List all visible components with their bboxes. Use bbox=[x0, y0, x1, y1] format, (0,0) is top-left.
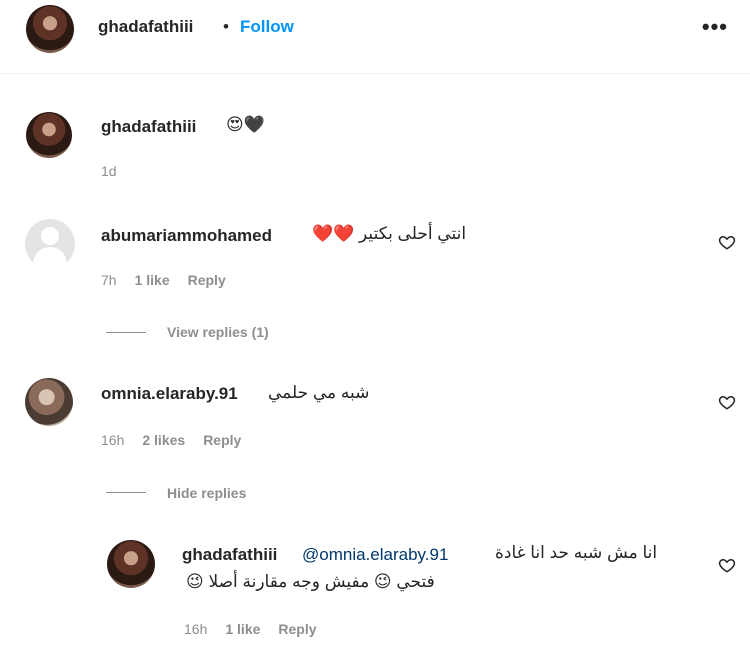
like-heart-icon[interactable] bbox=[718, 556, 736, 574]
view-replies-button[interactable]: View replies (1) bbox=[167, 324, 269, 340]
reply-text-line2: فتحي 😉 مفيش وجه مقارنة أصلا 😉 bbox=[186, 572, 435, 591]
comment-time: 16h bbox=[101, 432, 125, 448]
replies-divider bbox=[106, 492, 146, 493]
comment-username[interactable]: omnia.elaraby.91 bbox=[101, 384, 238, 404]
like-heart-icon[interactable] bbox=[718, 233, 736, 251]
header-avatar[interactable] bbox=[26, 5, 74, 53]
comment-likes[interactable]: 2 likes bbox=[142, 432, 185, 448]
reply-username[interactable]: ghadafathiii bbox=[182, 545, 277, 565]
comment-avatar[interactable] bbox=[25, 219, 75, 269]
comment-avatar[interactable] bbox=[25, 378, 73, 426]
more-options-icon[interactable]: ••• bbox=[702, 14, 728, 40]
reply-text-line1: انا مش شبه حد انا غادة bbox=[495, 543, 658, 562]
hide-replies-button[interactable]: Hide replies bbox=[167, 485, 246, 501]
comment-likes[interactable]: 1 like bbox=[135, 272, 170, 288]
reply-button[interactable]: Reply bbox=[278, 621, 316, 637]
caption-avatar[interactable] bbox=[26, 112, 72, 158]
comment-text: انتي أحلى بكتير ❤️❤️ bbox=[312, 224, 467, 243]
reply-mention[interactable]: @omnia.elaraby.91 bbox=[302, 545, 448, 565]
reply-button[interactable]: Reply bbox=[203, 432, 241, 448]
reply-time: 16h bbox=[184, 621, 208, 637]
caption-time: 1d bbox=[101, 163, 117, 179]
reply-meta: 16h 1 like Reply bbox=[184, 621, 335, 637]
comment-time: 7h bbox=[101, 272, 117, 288]
post-header: ghadafathiii • Follow ••• bbox=[0, 0, 750, 74]
like-heart-icon[interactable] bbox=[718, 393, 736, 411]
header-username[interactable]: ghadafathiii bbox=[98, 17, 193, 37]
reply-button[interactable]: Reply bbox=[188, 272, 226, 288]
comment-meta: 16h 2 likes Reply bbox=[101, 432, 259, 448]
caption-emoji: 😍🖤 bbox=[226, 115, 265, 134]
reply-avatar[interactable] bbox=[107, 540, 155, 588]
comment-text: شبه مي حلمي bbox=[268, 383, 370, 402]
caption-username[interactable]: ghadafathiii bbox=[101, 117, 196, 137]
reply-likes[interactable]: 1 like bbox=[225, 621, 260, 637]
separator-dot: • bbox=[223, 17, 229, 36]
follow-button[interactable]: Follow bbox=[240, 17, 294, 37]
replies-divider bbox=[106, 332, 146, 333]
comment-username[interactable]: abumariammohamed bbox=[101, 226, 272, 246]
comment-meta: 7h 1 like Reply bbox=[101, 272, 244, 288]
